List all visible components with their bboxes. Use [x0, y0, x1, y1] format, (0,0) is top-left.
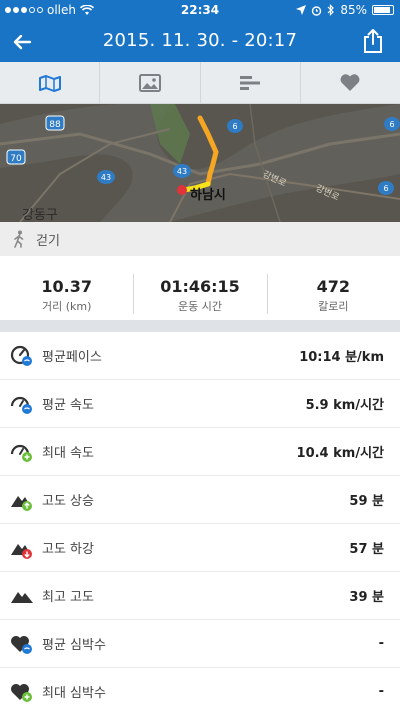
- stat-value: 10.4 km/시간: [296, 446, 384, 461]
- stat-row-avg-heart-rate: 평균 심박수 -: [0, 620, 400, 668]
- speedometer-max-icon: [10, 444, 32, 462]
- location-arrow-icon: [296, 5, 307, 15]
- stat-value: 39 분: [349, 590, 384, 605]
- stat-label: 최대 속도: [42, 446, 94, 461]
- photo-tab[interactable]: [100, 62, 201, 103]
- stat-value: 5.9 km/시간: [305, 398, 384, 413]
- stat-value: -: [378, 684, 384, 699]
- navigation-bar: 2015. 11. 30. - 20:17: [0, 22, 400, 62]
- header-bar: olleh 22:34 85% 2015. 11. 30. - 20:17: [0, 0, 400, 62]
- svg-text:6: 6: [383, 184, 388, 193]
- start-marker: [177, 185, 187, 195]
- route-shield-6b: 6: [384, 117, 400, 131]
- stat-row-elevation-loss: 고도 하강 57 분: [0, 524, 400, 572]
- bluetooth-icon: [327, 4, 335, 16]
- summary-distance: 10.37 거리 (km): [0, 268, 133, 320]
- back-arrow-icon[interactable]: [8, 28, 36, 56]
- activity-type-row: 걷기: [0, 222, 400, 256]
- status-right: 85%: [296, 3, 394, 17]
- map-tab[interactable]: [0, 62, 101, 103]
- battery-icon: [372, 5, 394, 15]
- duration-value: 01:46:15: [160, 277, 240, 296]
- stat-label: 최대 심박수: [42, 686, 106, 701]
- stat-value: 10:14 분/km: [299, 350, 384, 365]
- route-shield-6a: 6: [227, 119, 243, 133]
- route-shield-43b: 43: [173, 164, 191, 178]
- mountain-down-icon: [11, 544, 32, 559]
- route-shield-6c: 6: [378, 181, 394, 195]
- route-map[interactable]: 88 70 43 43 6 6 6 강변로 강변로 강동구 하남시: [0, 104, 400, 222]
- stat-label: 고도 하강: [42, 542, 94, 557]
- pace-icon: [10, 345, 32, 366]
- district-label: 강동구: [22, 208, 58, 222]
- stat-label: 고도 상승: [42, 494, 94, 509]
- alarm-icon: [312, 5, 322, 16]
- mountain-up-icon: [11, 496, 32, 511]
- route-shield-70: 70: [6, 149, 26, 165]
- detail-tabs: [0, 62, 400, 104]
- stat-label: 평균 심박수: [42, 638, 106, 653]
- stat-row-elevation-gain: 고도 상승 59 분: [0, 476, 400, 524]
- stat-value: -: [378, 636, 384, 651]
- stat-row-max-heart-rate: 최대 심박수 -: [0, 668, 400, 712]
- svg-text:43: 43: [177, 167, 187, 176]
- map-canvas: 88 70 43 43 6 6 6 강변로 강변로: [0, 104, 400, 222]
- stat-row-avg-speed: 평균 속도 5.9 km/시간: [0, 380, 400, 428]
- page-title: 2015. 11. 30. - 20:17: [102, 30, 298, 51]
- speedometer-avg-icon: [10, 396, 32, 414]
- stat-label: 평균페이스: [42, 350, 102, 365]
- stat-label: 평균 속도: [42, 398, 94, 413]
- svg-text:43: 43: [101, 173, 111, 182]
- activity-type-label: 걷기: [36, 233, 60, 249]
- city-label: 하남시: [190, 188, 226, 203]
- stat-row-avg-pace: 평균페이스 10:14 분/km: [0, 332, 400, 380]
- svg-text:6: 6: [389, 120, 394, 129]
- walking-icon: [14, 230, 24, 248]
- distance-label: 거리 (km): [41, 300, 92, 313]
- svg-text:6: 6: [232, 122, 237, 131]
- section-divider: [0, 320, 400, 332]
- map-icon: [38, 74, 61, 92]
- summary-panel: 10.37 거리 (km) 01:46:15 운동 시간 472 칼로리: [0, 268, 400, 320]
- summary-calories: 472 칼로리: [266, 268, 400, 320]
- route-shield-88: 88: [45, 115, 65, 131]
- status-bar: olleh 22:34 85%: [0, 0, 400, 20]
- image-icon: [138, 73, 161, 92]
- heart-icon: [340, 74, 360, 91]
- heart-max-icon: [11, 684, 32, 702]
- distance-value: 10.37: [41, 277, 92, 296]
- stats-list: 평균페이스 10:14 분/km 평균 속도 5.9 km/시간 최대 속도 1…: [0, 332, 400, 712]
- share-icon[interactable]: [360, 27, 386, 55]
- duration-label: 운동 시간: [178, 300, 222, 313]
- stat-value: 59 분: [349, 494, 384, 509]
- calories-value: 472: [316, 277, 351, 296]
- calories-label: 칼로리: [318, 300, 349, 313]
- svg-text:88: 88: [49, 120, 61, 130]
- chart-tab[interactable]: [201, 62, 301, 103]
- stat-label: 최고 고도: [42, 590, 94, 605]
- stat-row-max-speed: 최대 속도 10.4 km/시간: [0, 428, 400, 476]
- bar-chart-icon: [240, 75, 261, 90]
- heart-avg-icon: [11, 636, 32, 654]
- route-shield-43a: 43: [97, 170, 115, 184]
- svg-text:70: 70: [10, 154, 22, 164]
- stat-value: 57 분: [349, 542, 384, 557]
- summary-duration: 01:46:15 운동 시간: [133, 268, 266, 320]
- battery-percent: 85%: [340, 3, 367, 17]
- heart-tab[interactable]: [301, 62, 400, 103]
- mountain-icon: [11, 592, 33, 603]
- stat-row-max-elevation: 최고 고도 39 분: [0, 572, 400, 620]
